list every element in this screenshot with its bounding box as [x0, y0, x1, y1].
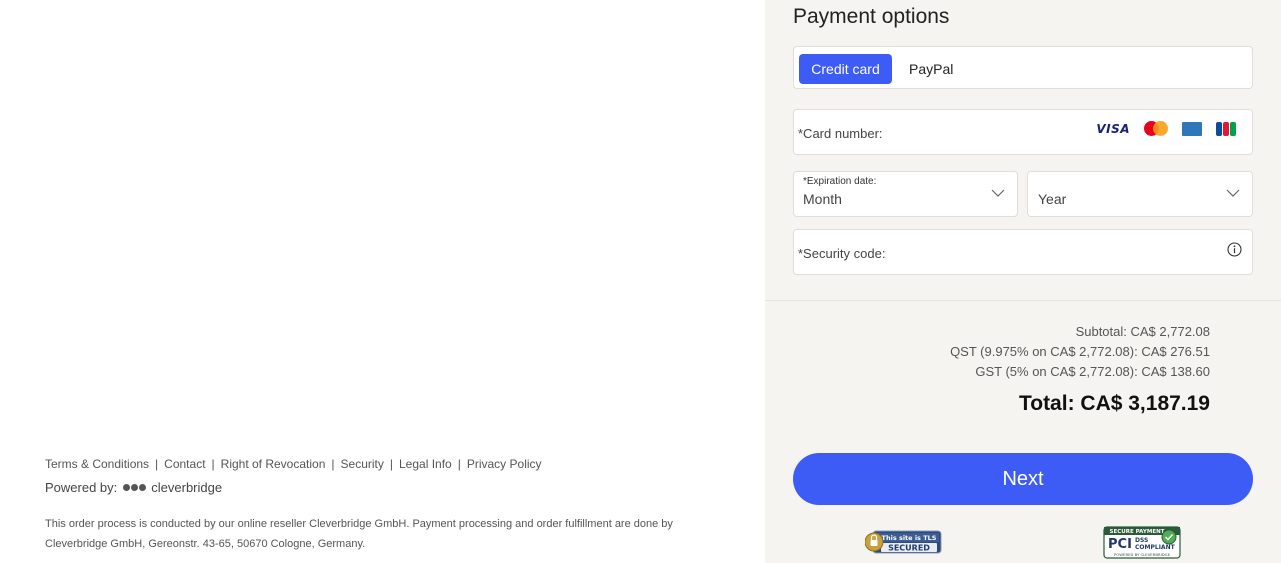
powered-brand: cleverbridge [151, 480, 223, 495]
pci-sub1: DSS [1135, 537, 1148, 544]
revocation-link[interactable]: Right of Revocation [221, 457, 326, 471]
month-value: Month [803, 191, 842, 207]
chevron-down-icon [991, 189, 1005, 197]
expiration-label: *Expiration date: [803, 176, 877, 187]
separator: | [211, 457, 215, 471]
powered-by: Powered by: cleverbridge [45, 480, 222, 495]
visa-icon: VISA [1096, 122, 1130, 136]
card-number-placeholder: *Card number: [798, 126, 883, 141]
terms-link[interactable]: Terms & Conditions [45, 457, 149, 471]
order-summary: Subtotal: CA$ 2,772.08 QST (9.975% on CA… [950, 322, 1210, 382]
expiration-year-select[interactable]: Year [1027, 171, 1253, 217]
payment-panel: Payment options Credit card PayPal *Card… [765, 0, 1281, 563]
payment-options-title: Payment options [793, 5, 950, 28]
footer-links: Terms & Conditions | Contact | Right of … [45, 457, 542, 471]
security-code-field[interactable]: *Security code: [793, 229, 1253, 275]
legal-info-link[interactable]: Legal Info [399, 457, 452, 471]
security-link[interactable]: Security [341, 457, 384, 471]
security-code-placeholder: *Security code: [798, 246, 886, 261]
separator: | [389, 457, 393, 471]
gst-text: GST (5% on CA$ 2,772.08): CA$ 138.60 [975, 364, 1210, 379]
cleverbridge-logo-icon [123, 484, 147, 491]
year-value: Year [1038, 191, 1067, 207]
separator: | [457, 457, 461, 471]
tab-credit-card[interactable]: Credit card [799, 54, 892, 84]
tls-secured-badge-icon: This site is TLS SECURED [865, 530, 942, 554]
pci-sub2: COMPLIANT [1135, 544, 1176, 551]
expiration-month-select[interactable]: *Expiration date: Month [793, 171, 1018, 217]
amex-icon [1182, 122, 1202, 136]
card-number-field[interactable]: *Card number: VISA [793, 109, 1253, 155]
left-content-area: Terms & Conditions | Contact | Right of … [0, 0, 765, 563]
pci-bottom: POWERED BY CLEVERBRIDGE [1114, 552, 1171, 557]
total-text: Total: CA$ 3,187.19 [1018, 392, 1210, 415]
next-button[interactable]: Next [793, 453, 1253, 505]
powered-label: Powered by: [45, 480, 118, 495]
chevron-down-icon [1226, 189, 1240, 197]
jcb-icon [1216, 122, 1236, 136]
info-icon[interactable] [1227, 242, 1242, 257]
contact-link[interactable]: Contact [164, 457, 205, 471]
card-brand-logos: VISA [1096, 121, 1236, 137]
separator: | [331, 457, 335, 471]
pci-compliant-badge-icon: SECURE PAYMENT PCI DSS COMPLIANT POWERED… [1103, 526, 1181, 559]
mastercard-icon [1144, 121, 1168, 137]
payment-method-tabs: Credit card PayPal [793, 46, 1253, 89]
tls-line2: SECURED [888, 544, 930, 553]
tls-line1: This site is TLS [882, 534, 937, 542]
subtotal-text: Subtotal: CA$ 2,772.08 [1075, 324, 1210, 339]
tab-paypal[interactable]: PayPal [909, 54, 953, 84]
pci-top: SECURE PAYMENT [1110, 529, 1165, 535]
legal-text: This order process is conducted by our o… [45, 518, 673, 550]
separator: | [155, 457, 159, 471]
divider [765, 300, 1281, 301]
pci-main: PCI [1108, 537, 1132, 552]
qst-text: QST (9.975% on CA$ 2,772.08): CA$ 276.51 [950, 344, 1210, 359]
privacy-policy-link[interactable]: Privacy Policy [467, 457, 542, 471]
